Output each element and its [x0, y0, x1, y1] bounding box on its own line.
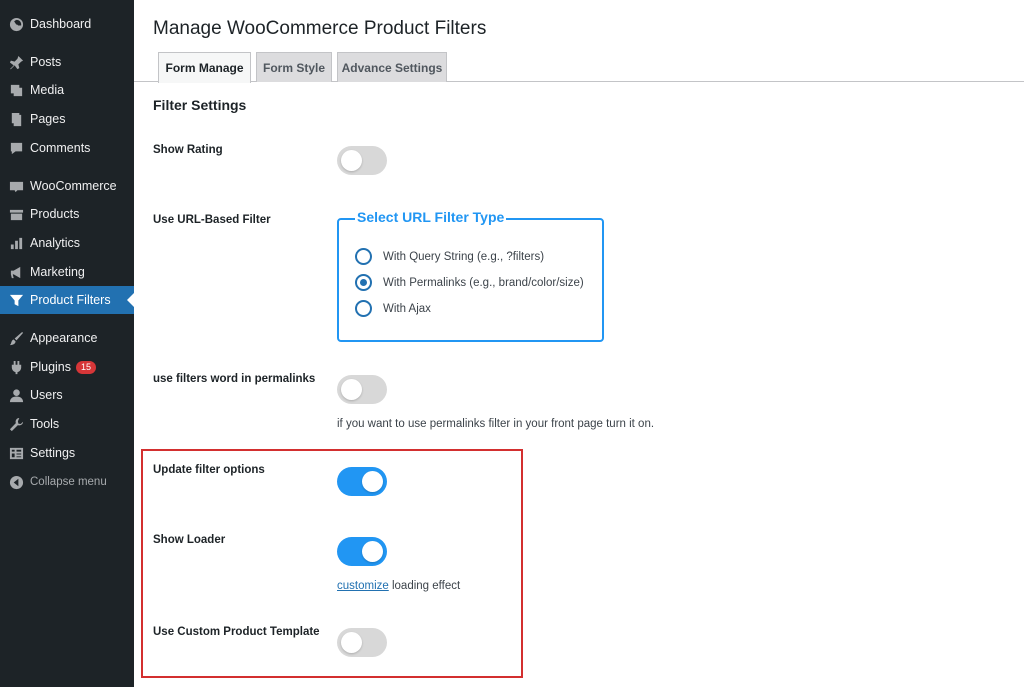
page-title: Manage WooCommerce Product Filters: [153, 18, 487, 39]
wrench-icon: [8, 416, 24, 432]
filters-word-label: use filters word in permalinks: [153, 373, 316, 385]
radio-circle[interactable]: [355, 248, 372, 265]
sidebar-item-label: Users: [30, 388, 63, 402]
sidebar-item-dashboard[interactable]: Dashboard: [0, 10, 134, 38]
sidebar-item-label: Dashboard: [30, 17, 92, 31]
radio-circle[interactable]: [355, 300, 372, 317]
update-options-toggle[interactable]: [337, 467, 387, 496]
radio-query-string[interactable]: With Query String (e.g., ?filters): [355, 248, 544, 265]
sidebar-item-settings[interactable]: Settings: [0, 439, 134, 467]
sidebar-item-product-filters[interactable]: Product Filters: [0, 286, 134, 314]
custom-template-label: Use Custom Product Template: [153, 626, 320, 638]
admin-sidebar: Dashboard Posts Media Pages Comments Woo…: [0, 0, 134, 687]
filters-word-toggle[interactable]: [337, 375, 387, 404]
toggle-knob: [341, 150, 362, 171]
customize-link[interactable]: customize: [337, 580, 389, 592]
sidebar-item-label: Analytics: [30, 236, 81, 250]
filter-icon: [8, 292, 24, 308]
collapse-menu-button[interactable]: Collapse menu: [0, 468, 134, 496]
radio-label: With Query String (e.g., ?filters): [383, 250, 545, 263]
radio-permalinks[interactable]: With Permalinks (e.g., brand/color/size): [355, 274, 584, 291]
sidebar-item-label: Pages: [30, 112, 66, 126]
sidebar-item-label: Products: [30, 207, 80, 221]
tab-form-manage[interactable]: Form Manage: [158, 52, 251, 83]
sidebar-item-plugins[interactable]: Plugins 15: [0, 353, 134, 381]
media-icon: [8, 82, 24, 98]
plugins-update-badge: 15: [76, 360, 97, 374]
sidebar-item-media[interactable]: Media: [0, 76, 134, 104]
show-rating-toggle[interactable]: [337, 146, 387, 175]
sidebar-item-users[interactable]: Users: [0, 381, 134, 409]
collapse-icon: [8, 474, 24, 490]
sidebar-item-label: Comments: [30, 141, 91, 155]
show-loader-help: customize loading effect: [337, 580, 460, 592]
sidebar-item-label: Settings: [30, 446, 76, 460]
sidebar-item-products[interactable]: Products: [0, 200, 134, 228]
custom-template-toggle[interactable]: [337, 628, 387, 657]
toggle-knob: [362, 541, 383, 562]
settings-tabs: Form Manage Form Style Advance Settings: [134, 52, 1024, 83]
sidebar-item-label: Posts: [30, 55, 62, 69]
pages-icon: [8, 111, 24, 127]
sidebar-item-label: Plugins: [30, 360, 71, 374]
user-icon: [8, 387, 24, 403]
radio-label: With Permalinks (e.g., brand/color/size): [383, 276, 584, 289]
sidebar-item-comments[interactable]: Comments: [0, 134, 134, 162]
show-rating-label: Show Rating: [153, 144, 223, 156]
sidebar-item-tools[interactable]: Tools: [0, 410, 134, 438]
megaphone-icon: [8, 264, 24, 280]
sidebar-item-label: Marketing: [30, 265, 85, 279]
toggle-knob: [362, 471, 383, 492]
radio-ajax[interactable]: With Ajax: [355, 300, 431, 317]
sidebar-item-woocommerce[interactable]: WooCommerce: [0, 172, 134, 200]
sidebar-item-label: Product Filters: [30, 293, 111, 307]
radio-label: With Ajax: [383, 302, 431, 315]
woo-icon: [8, 178, 24, 194]
show-loader-toggle[interactable]: [337, 537, 387, 566]
sidebar-item-pages[interactable]: Pages: [0, 105, 134, 133]
settings-icon: [8, 445, 24, 461]
tab-form-style[interactable]: Form Style: [256, 52, 332, 82]
section-title: Filter Settings: [153, 97, 247, 113]
sidebar-item-analytics[interactable]: Analytics: [0, 229, 134, 257]
comments-icon: [8, 140, 24, 156]
url-filter-type-legend: Select URL Filter Type: [355, 209, 507, 225]
sidebar-item-label: WooCommerce: [30, 179, 117, 193]
plugin-icon: [8, 359, 24, 375]
sidebar-item-label: Collapse menu: [30, 476, 107, 488]
sidebar-item-appearance[interactable]: Appearance: [0, 324, 134, 352]
update-options-label: Update filter options: [153, 464, 265, 476]
brush-icon: [8, 330, 24, 346]
sidebar-item-label: Appearance: [30, 331, 98, 345]
loader-help-text: loading effect: [388, 580, 461, 592]
filters-word-help: if you want to use permalinks filter in …: [337, 418, 655, 430]
url-filter-label: Use URL-Based Filter: [153, 214, 271, 226]
products-icon: [8, 206, 24, 222]
sidebar-item-posts[interactable]: Posts: [0, 48, 134, 76]
radio-circle[interactable]: [355, 274, 372, 291]
dashboard-icon: [8, 16, 24, 32]
sidebar-item-label: Media: [30, 83, 65, 97]
toggle-knob: [341, 632, 362, 653]
tab-advance-settings[interactable]: Advance Settings: [337, 52, 447, 82]
show-loader-label: Show Loader: [153, 534, 226, 546]
analytics-icon: [8, 235, 24, 251]
sidebar-item-marketing[interactable]: Marketing: [0, 258, 134, 286]
pin-icon: [8, 54, 24, 70]
highlight-box: [141, 449, 523, 678]
sidebar-item-label: Tools: [30, 417, 60, 431]
toggle-knob: [341, 379, 362, 400]
